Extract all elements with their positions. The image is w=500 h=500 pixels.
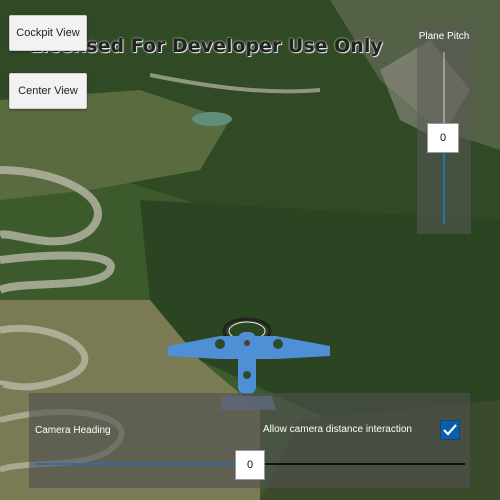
cockpit-view-button[interactable]: Cockpit View bbox=[9, 15, 87, 51]
camera-distance-checkbox[interactable] bbox=[440, 420, 460, 440]
camera-controls-panel: Camera Heading Allow camera distance int… bbox=[29, 393, 470, 488]
camera-distance-label: Allow camera distance interaction bbox=[263, 424, 412, 435]
camera-heading-fill bbox=[35, 463, 235, 465]
camera-heading-label: Camera Heading bbox=[35, 425, 111, 436]
plane-pitch-slider-thumb[interactable]: 0 bbox=[427, 123, 459, 153]
camera-heading-slider-thumb[interactable]: 0 bbox=[235, 450, 265, 480]
center-view-button[interactable]: Center View bbox=[9, 73, 87, 109]
plane-pitch-panel: Plane Pitch 0 bbox=[417, 28, 471, 234]
checkmark-icon bbox=[443, 424, 457, 436]
plane-pitch-label: Plane Pitch bbox=[418, 31, 470, 42]
